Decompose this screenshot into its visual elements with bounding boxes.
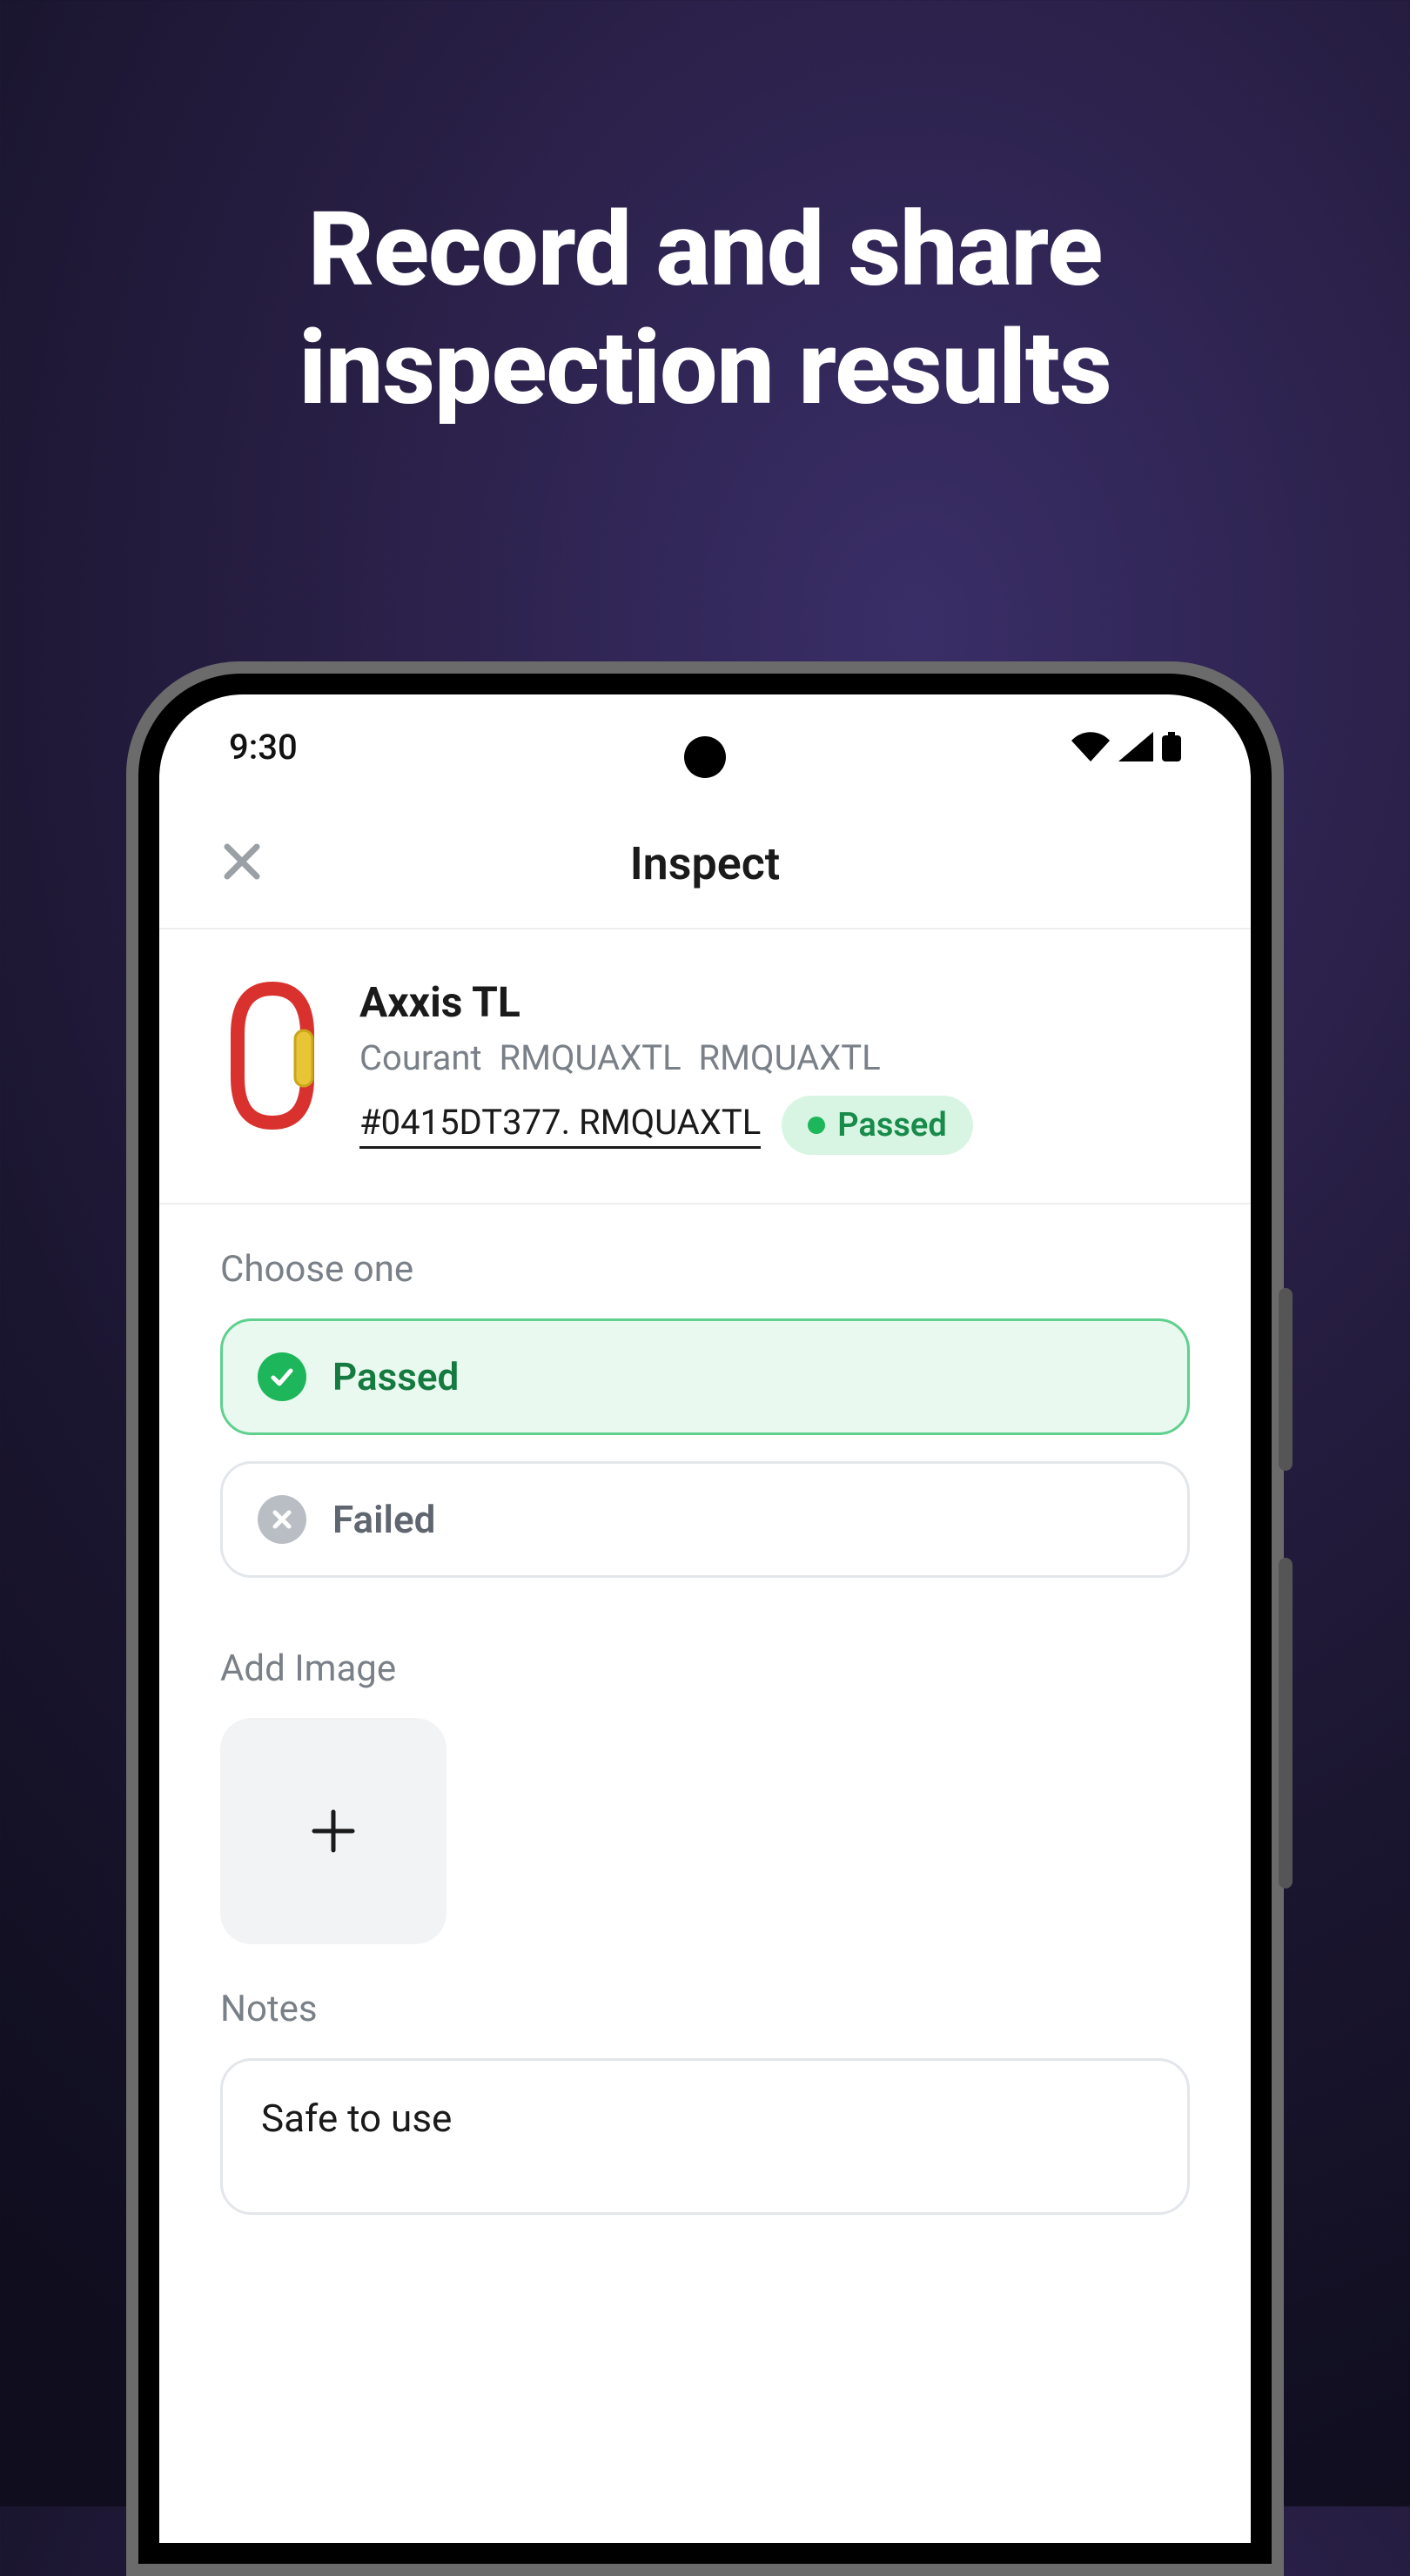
app-header: Inspect (159, 799, 1251, 929)
status-time: 9:30 (229, 727, 298, 768)
item-summary: Axxis TL Courant RMQUAXTL RMQUAXTL #0415… (159, 929, 1251, 1204)
item-code-2: RMQUAXTL (698, 1037, 880, 1078)
close-button[interactable] (220, 840, 264, 887)
item-subtitle: Courant RMQUAXTL RMQUAXTL (359, 1037, 1190, 1078)
notes-input[interactable]: Safe to use (220, 2058, 1190, 2215)
add-image-label: Add Image (220, 1647, 1190, 1690)
option-failed[interactable]: Failed (220, 1461, 1190, 1578)
wifi-icon (1071, 732, 1110, 761)
plus-icon (309, 1807, 358, 1855)
option-passed[interactable]: Passed (220, 1318, 1190, 1435)
x-circle-icon (258, 1495, 306, 1544)
add-image-button[interactable] (220, 1718, 446, 1944)
add-image-section: Add Image (159, 1604, 1251, 1944)
item-name: Axxis TL (359, 977, 1190, 1027)
option-failed-label: Failed (332, 1497, 435, 1542)
status-dot-icon (808, 1117, 825, 1134)
carabiner-icon (229, 982, 316, 1130)
status-icons (1071, 732, 1181, 761)
phone-side-button (1279, 1288, 1292, 1471)
item-brand: Courant (359, 1037, 482, 1078)
cell-signal-icon (1118, 732, 1153, 761)
option-passed-label: Passed (332, 1354, 459, 1399)
status-label: Passed (837, 1106, 947, 1144)
app-screen: 9:30 Inspect (159, 694, 1251, 2543)
phone-frame: 9:30 Inspect (126, 661, 1284, 2576)
hero-headline: Record and share inspection results (0, 191, 1410, 427)
hero-line-2: inspection results (0, 310, 1410, 428)
phone-side-button (1279, 1558, 1292, 1888)
camera-hole (684, 736, 726, 778)
page-title: Inspect (630, 837, 781, 890)
choose-section: Choose one Passed Failed (159, 1204, 1251, 1578)
hero-line-1: Record and share (0, 191, 1410, 310)
item-serial[interactable]: #0415DT377. RMQUAXTL (359, 1102, 761, 1149)
notes-value: Safe to use (261, 2096, 452, 2141)
choose-label: Choose one (220, 1248, 1190, 1291)
notes-label: Notes (220, 1988, 1190, 2030)
item-code-1: RMQUAXTL (499, 1037, 681, 1078)
item-thumbnail (220, 977, 325, 1134)
notes-section: Notes Safe to use (159, 1944, 1251, 2215)
close-icon (220, 840, 264, 883)
status-badge: Passed (782, 1096, 973, 1155)
battery-icon (1162, 732, 1181, 761)
check-circle-icon (258, 1352, 306, 1401)
